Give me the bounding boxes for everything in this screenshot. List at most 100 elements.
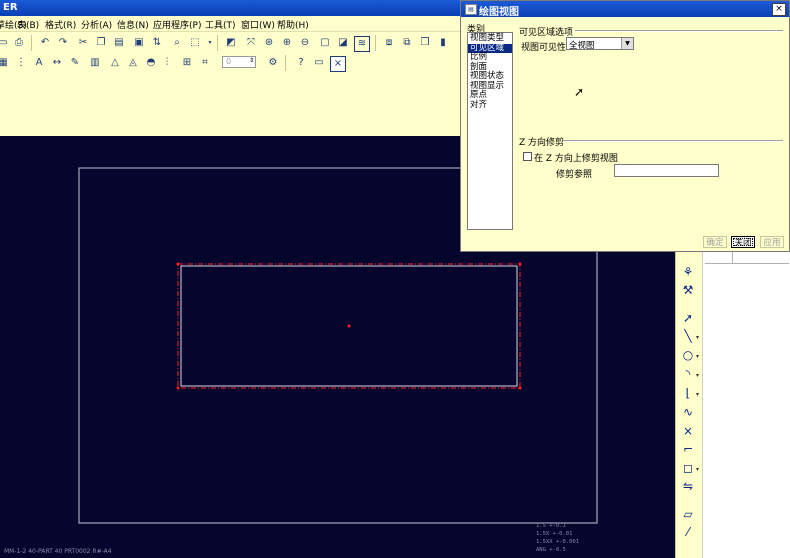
tolerance-row: 1.5XX +-0.001 (536, 539, 580, 545)
chevron-down-icon[interactable]: ▾ (696, 353, 699, 360)
copy-icon[interactable]: ❐ (94, 36, 108, 50)
window-icon[interactable]: ▭ (312, 56, 326, 70)
reorient-icon[interactable]: ◪ (336, 36, 350, 50)
handle-top-right[interactable] (518, 262, 522, 266)
chamfer-icon[interactable]: ⌐ (679, 441, 697, 457)
surface-finish-icon[interactable]: ◬ (126, 56, 140, 70)
spline-icon[interactable]: ∿ (679, 404, 697, 420)
chevron-down-icon[interactable]: ▾ (696, 466, 699, 473)
select-arrow-icon[interactable]: ➚ (679, 310, 697, 326)
dialog-title-bar[interactable]: ▤ 绘图视图 × (461, 1, 789, 18)
symbol-icon[interactable]: △ (108, 56, 122, 70)
note-icon[interactable]: ✎ (68, 56, 82, 70)
mirror-icon[interactable]: ⇋ (679, 478, 697, 494)
line-style-icon[interactable]: ⋮ (14, 56, 28, 70)
clip-reference-field[interactable] (614, 164, 719, 177)
balloon-icon[interactable]: ⊞ (180, 56, 194, 70)
chevron-down-icon[interactable]: ▾ (203, 36, 217, 50)
datum-icon[interactable]: ◓ (144, 56, 158, 70)
tolerance-table: 1.5 +-0.1 1.5X +-0.01 1.5XX +-0.001 ANG … (536, 522, 579, 554)
redo-icon[interactable]: ↷ (56, 36, 70, 50)
tolerance-row: 1.5 +-0.1 (536, 523, 566, 529)
view-origin-point[interactable] (347, 324, 351, 328)
point-icon[interactable]: × (679, 423, 697, 439)
status-line: MM-1-2 40-PART 40 PRT0002 R#-A4 (4, 548, 112, 555)
regenerate-icon[interactable]: ⇅ (150, 36, 164, 50)
offset-icon[interactable]: ◻ (679, 460, 697, 476)
refit-icon[interactable]: ▢ (318, 36, 332, 50)
mouse-cursor-icon: ➚ (574, 85, 585, 99)
spin-arrows-icon[interactable]: ⇕ (249, 57, 254, 64)
visibility-label: 视图可见性 (521, 43, 567, 53)
circle-icon[interactable]: ○ (679, 347, 697, 363)
select-box-icon[interactable]: ⬚ (188, 36, 202, 50)
category-item[interactable]: 对齐 (468, 100, 512, 111)
handle-bottom-right[interactable] (518, 386, 522, 390)
layers-icon[interactable]: ≋ (354, 36, 370, 52)
print-icon[interactable]: ⎙ (12, 36, 26, 50)
paste-icon[interactable]: ▤ (112, 36, 126, 50)
visibility-value: 全视图 (569, 41, 595, 51)
tolerance-row: 1.5X +-0.01 (536, 531, 573, 537)
menu-help[interactable]: 帮助(H) (277, 18, 309, 31)
menu-analysis[interactable]: 分析(A) (81, 18, 112, 31)
chevron-down-icon[interactable]: ▼ (621, 38, 633, 49)
menu-tools[interactable]: 工具(T) (205, 18, 236, 31)
menu-applications[interactable]: 应用程序(P) (153, 18, 201, 31)
right-panel (702, 252, 790, 558)
spin-input[interactable]: 0 ⇕ (222, 56, 256, 68)
apply-button[interactable]: 应用 (760, 236, 784, 248)
shading-icon[interactable]: ▮ (436, 36, 450, 50)
open-icon[interactable]: ▭ (0, 36, 10, 50)
zclip-checkbox-label[interactable]: 在 Z 方向上修剪视图 (534, 151, 618, 164)
spin-center-icon[interactable]: ⤧ (244, 36, 258, 50)
orient-icon[interactable]: ⊛ (262, 36, 276, 50)
context-help-icon[interactable]: ? (294, 56, 308, 70)
drawing-view-dialog: ▤ 绘图视图 × 类别 视图类型 可见区域 比例 剖面 视图状态 视图显示 原点… (460, 0, 790, 252)
text-style-icon[interactable]: A (32, 56, 46, 70)
ok-button[interactable]: 确定 (703, 236, 727, 248)
dialog-app-icon: ▤ (465, 4, 477, 15)
handle-top-left[interactable] (176, 262, 180, 266)
category-list[interactable]: 视图类型 可见区域 比例 剖面 视图状态 视图显示 原点 对齐 (467, 32, 513, 230)
zoom-in-icon[interactable]: ⊕ (280, 36, 294, 50)
visibility-select[interactable]: 全视图 ▼ (566, 37, 634, 51)
sketch-tools-icon[interactable]: ⚒ (679, 282, 697, 298)
snap-to-grid-icon[interactable]: ⚘ (679, 264, 697, 280)
axis-icon[interactable]: ⁄ (679, 524, 697, 540)
visible-area-group-title: 可见区域选项 (519, 28, 574, 38)
dialog-title: 绘图视图 (479, 7, 519, 18)
menu-table[interactable]: 表(B) (17, 18, 39, 31)
close-icon[interactable]: × (772, 3, 786, 16)
handle-bottom-left[interactable] (176, 386, 180, 390)
no-hidden-icon[interactable]: ❒ (418, 36, 432, 50)
cut-icon[interactable]: ✂ (76, 36, 90, 50)
menu-format[interactable]: 格式(R) (45, 18, 76, 31)
menu-info[interactable]: 信息(N) (117, 18, 149, 31)
menu-window[interactable]: 窗口(W) (241, 18, 275, 31)
chevron-down-icon[interactable]: ▾ (696, 372, 699, 379)
hidden-line-icon[interactable]: ⧉ (400, 36, 414, 50)
model-tree-icon[interactable]: ⚙ (266, 56, 280, 70)
fillet-icon[interactable]: ⌊ (679, 385, 697, 401)
close-window-icon[interactable]: × (330, 56, 346, 72)
paste-special-icon[interactable]: ▣ (132, 36, 146, 50)
close-button[interactable]: 关闭 (731, 236, 755, 248)
table-icon[interactable]: ▦ (0, 56, 10, 70)
repaint-icon[interactable]: ◩ (224, 36, 238, 50)
zoom-out-icon[interactable]: ⊖ (298, 36, 312, 50)
wireframe-icon[interactable]: ⧈ (382, 36, 396, 50)
ordinate-icon[interactable]: ⫶ (160, 56, 174, 70)
arc-icon[interactable]: ◝ (679, 366, 697, 382)
line-icon[interactable]: ╲ (679, 328, 697, 344)
chevron-down-icon[interactable]: ▾ (696, 391, 699, 398)
zclip-checkbox[interactable] (523, 152, 532, 161)
find-icon[interactable]: ⌕ (170, 36, 184, 50)
plane-icon[interactable]: ▱ (679, 506, 697, 522)
chevron-down-icon[interactable]: ▾ (696, 334, 699, 341)
app-title: ER (3, 2, 18, 13)
hatch-icon[interactable]: ▥ (88, 56, 102, 70)
snap-icon[interactable]: ⌗ (198, 56, 212, 70)
undo-icon[interactable]: ↶ (38, 36, 52, 50)
dimension-icon[interactable]: ↔ (50, 56, 64, 70)
